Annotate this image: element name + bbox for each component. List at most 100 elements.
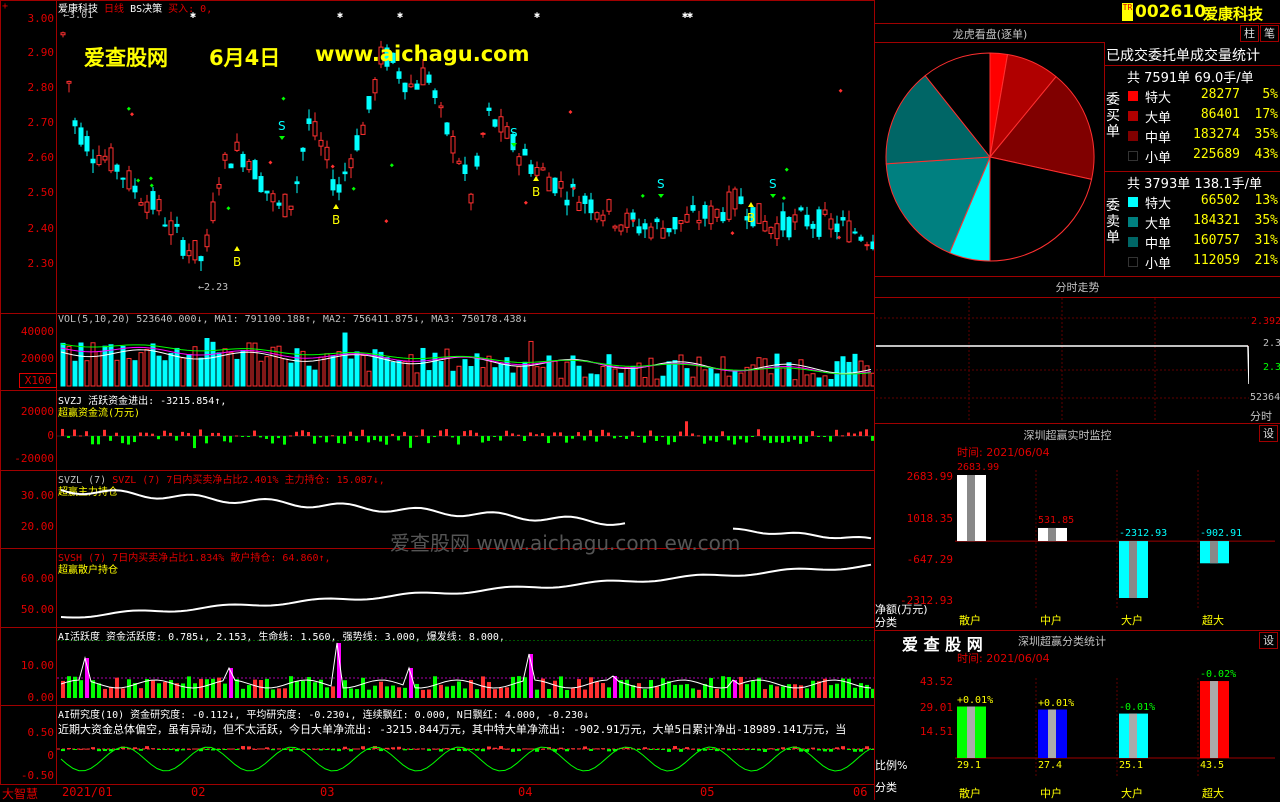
research-bar: [271, 749, 275, 751]
buy-row-value: 225689: [1193, 147, 1240, 162]
research-bar: [241, 746, 245, 749]
fund-flow-bar: [229, 436, 232, 443]
intraday-chart[interactable]: [876, 298, 1249, 422]
x-label-06: 06: [853, 785, 868, 799]
volume-bar: [816, 377, 822, 387]
activity-bar: [241, 688, 245, 698]
fund-flow-bar: [607, 432, 610, 436]
vol-unit-badge: X100: [19, 373, 57, 388]
volume-bar: [648, 357, 654, 387]
svzl-y-30: 30.00: [20, 489, 54, 502]
candle-body: [126, 170, 132, 190]
volume-bar: [318, 356, 324, 387]
stroke-toggle-button[interactable]: 笔: [1260, 25, 1279, 42]
activity-bar: [145, 678, 149, 698]
volume-bar: [300, 350, 306, 387]
ratio-value: 29.1: [957, 760, 982, 771]
volume-bar: [396, 360, 402, 387]
volume-bar: [384, 357, 390, 387]
buy-row-swatch: [1128, 131, 1138, 141]
ai-active-y-0: 0.00: [27, 691, 55, 704]
fund-flow-bar: [265, 436, 268, 439]
research-bar: [355, 748, 359, 750]
candle-body: [444, 122, 450, 135]
fund-flow-bar: [709, 436, 712, 441]
research-bar: [259, 748, 263, 750]
tick-panel-border: [875, 276, 1280, 277]
net-bar-value: -2312.93: [1119, 528, 1168, 540]
fund-flow-bar: [439, 430, 442, 436]
monitor-settings-button[interactable]: 设: [1259, 425, 1278, 442]
candle-body: [228, 163, 234, 169]
volume-bar: [84, 360, 90, 387]
candle-body: [648, 226, 654, 239]
candle-body: [576, 201, 582, 211]
stats-axis-title: 比例%: [875, 759, 908, 772]
volume-bar: [558, 377, 564, 387]
candle-body: [420, 67, 426, 86]
fund-flow-bar: [73, 429, 76, 436]
research-bar: [385, 747, 389, 749]
activity-bar: [721, 676, 725, 698]
ai-active-y-10: 10.00: [20, 659, 54, 672]
volume-bar: [72, 360, 78, 387]
research-bar: [811, 747, 815, 749]
research-bar: [535, 749, 539, 752]
column-toggle-button[interactable]: 柱: [1240, 25, 1259, 42]
menu-icon[interactable]: +: [2, 1, 8, 12]
volume-bar: [66, 346, 72, 387]
fund-flow-bar: [529, 432, 532, 436]
research-bar: [397, 746, 401, 749]
activity-bar: [331, 686, 335, 698]
research-bar: [205, 749, 209, 750]
fund-flow-bar: [217, 432, 220, 436]
stats-time: 时间: 2021/06/04: [957, 652, 1050, 665]
activity-bar: [499, 687, 503, 698]
volume-title: VOL(5,10,20) 523640.000↓, MA1: 791100.18…: [58, 314, 528, 325]
fund-flow-bar: [283, 436, 286, 445]
svzj-y-zero: 0: [47, 429, 54, 442]
activity-bar: [313, 682, 317, 698]
research-bar: [541, 748, 545, 750]
activity-bar: [451, 685, 455, 698]
research-bar: [865, 746, 869, 749]
fund-flow-bar: [247, 436, 250, 437]
research-bar: [253, 748, 257, 750]
research-bar: [601, 748, 605, 750]
activity-bar: [223, 683, 227, 698]
research-bar: [361, 746, 365, 749]
fund-flow-bar: [349, 431, 352, 436]
research-bar: [145, 746, 149, 749]
fund-flow-bar: [781, 436, 784, 443]
fund-flow-bar: [649, 430, 652, 436]
svzj-y-top: 20000: [20, 405, 54, 418]
volume-bar: [438, 361, 444, 387]
candle-body: [162, 224, 168, 227]
activity-bar: [397, 687, 401, 698]
activity-bar: [139, 688, 143, 698]
sell-row-value: 66502: [1200, 193, 1240, 208]
research-bar: [769, 748, 773, 750]
research-bar: [229, 748, 233, 750]
net-bar-shade: [1210, 541, 1218, 564]
net-bar-value: -902.91: [1200, 528, 1243, 540]
volume-bar: [702, 369, 708, 387]
activity-bar: [181, 683, 185, 698]
activity-bar: [691, 688, 695, 698]
fund-flow-bar: [541, 433, 544, 436]
candle-body: [570, 183, 576, 188]
svsh-y-60: 60.00: [20, 572, 54, 585]
signal-dot: [149, 183, 154, 188]
main-holding-line-path: [60, 489, 626, 526]
activity-bar: [685, 684, 689, 698]
research-bar: [607, 749, 611, 752]
stats-settings-button[interactable]: 设: [1259, 632, 1278, 649]
fund-flow-bar: [631, 431, 634, 436]
fund-flow-bar: [733, 436, 736, 445]
volume-bar: [732, 370, 738, 387]
activity-bar: [709, 677, 713, 698]
monitor-border: [875, 423, 1280, 424]
fund-flow-bar: [799, 436, 802, 444]
candle-body: [696, 219, 702, 224]
fund-flow-bar: [373, 436, 376, 441]
